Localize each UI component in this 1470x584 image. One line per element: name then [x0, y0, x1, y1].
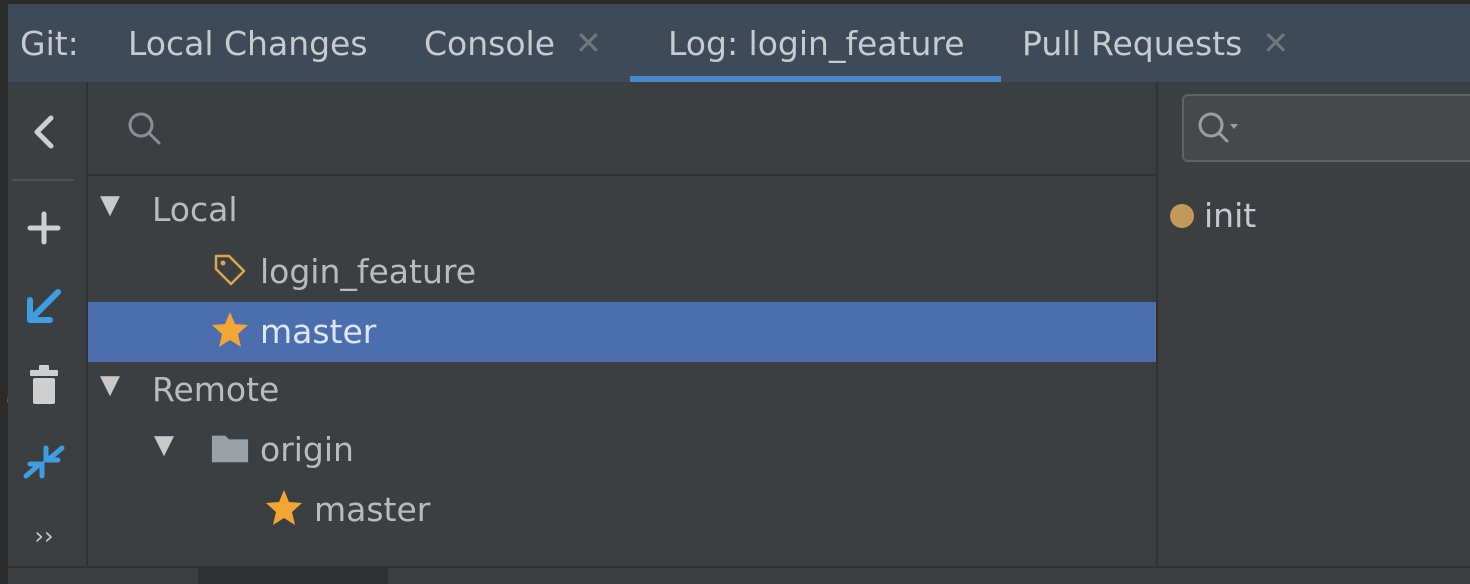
node-label: origin: [260, 430, 354, 469]
git-prefix-label: Git:: [20, 23, 79, 63]
branch-label: master: [314, 490, 431, 529]
tab-label: Pull Requests: [1022, 23, 1243, 63]
tab-pull-requests[interactable]: Pull Requests ✕: [1022, 4, 1289, 82]
commit-dot-icon: [1170, 203, 1194, 228]
commit-message: init: [1204, 196, 1257, 235]
tab-log-login-feature[interactable]: Log: login_feature: [630, 4, 1001, 82]
toolbar-separator: [12, 179, 74, 181]
delete-icon: [30, 365, 58, 404]
tree-node-remote[interactable]: ▼ Remote: [88, 360, 1156, 420]
tab-bar: Git: Local Changes Console ✕ Log: login_…: [8, 4, 1470, 82]
log-search-field[interactable]: [1182, 94, 1470, 162]
tab-console[interactable]: Console ✕: [424, 4, 602, 82]
checkout-button[interactable]: [8, 286, 80, 326]
branch-item-origin-master[interactable]: master: [88, 480, 1156, 540]
bottom-tab[interactable]: [198, 568, 388, 584]
node-label: Local: [152, 190, 238, 229]
tab-label: Console: [424, 23, 556, 63]
new-branch-button[interactable]: [8, 210, 80, 246]
branches-toolbar: ››: [8, 82, 88, 584]
tab-label: Local Changes: [128, 23, 368, 63]
tab-label: Log: login_feature: [668, 23, 965, 63]
expand-triangle-icon[interactable]: ▼: [100, 370, 120, 400]
star-icon: [264, 488, 304, 528]
merge-icon: [23, 445, 65, 479]
back-arrow-icon: [34, 115, 54, 149]
more-actions-button[interactable]: ››: [8, 522, 80, 550]
git-tool-window: Git: Local Changes Console ✕ Log: login_…: [8, 4, 1470, 584]
branch-item-login-feature[interactable]: login_feature: [88, 242, 1156, 302]
checkout-arrow-icon: [27, 289, 61, 323]
star-icon: [210, 310, 250, 350]
node-label: Remote: [152, 370, 280, 409]
tag-icon: [210, 250, 250, 290]
search-icon: [128, 112, 161, 145]
add-icon: [27, 211, 61, 245]
expand-triangle-icon[interactable]: ▼: [100, 190, 120, 220]
folder-icon: [210, 428, 250, 468]
close-icon[interactable]: ✕: [575, 24, 602, 62]
branch-tree-panel: ▼ Local login_feature master ▼ Remote ▼ …: [88, 82, 1156, 566]
branch-search-field[interactable]: [88, 82, 1156, 176]
close-icon[interactable]: ✕: [1262, 24, 1289, 62]
delete-branch-button[interactable]: [8, 364, 80, 408]
tree-node-local[interactable]: ▼ Local: [88, 180, 1156, 240]
tree-node-origin[interactable]: ▼ origin: [88, 420, 1156, 480]
search-with-options-icon: [1198, 112, 1238, 143]
commit-log-panel: init: [1158, 82, 1470, 566]
expand-triangle-icon[interactable]: ▼: [154, 430, 174, 460]
branch-item-master-local[interactable]: master: [88, 302, 1156, 362]
collapse-button[interactable]: [8, 112, 80, 152]
commit-row[interactable]: init: [1170, 196, 1256, 235]
branch-label: master: [260, 312, 377, 351]
bottom-toolbar-strip: [8, 566, 1470, 584]
update-merge-button[interactable]: [8, 440, 80, 484]
tab-local-changes[interactable]: Local Changes: [128, 4, 368, 82]
branch-label: login_feature: [260, 252, 477, 291]
